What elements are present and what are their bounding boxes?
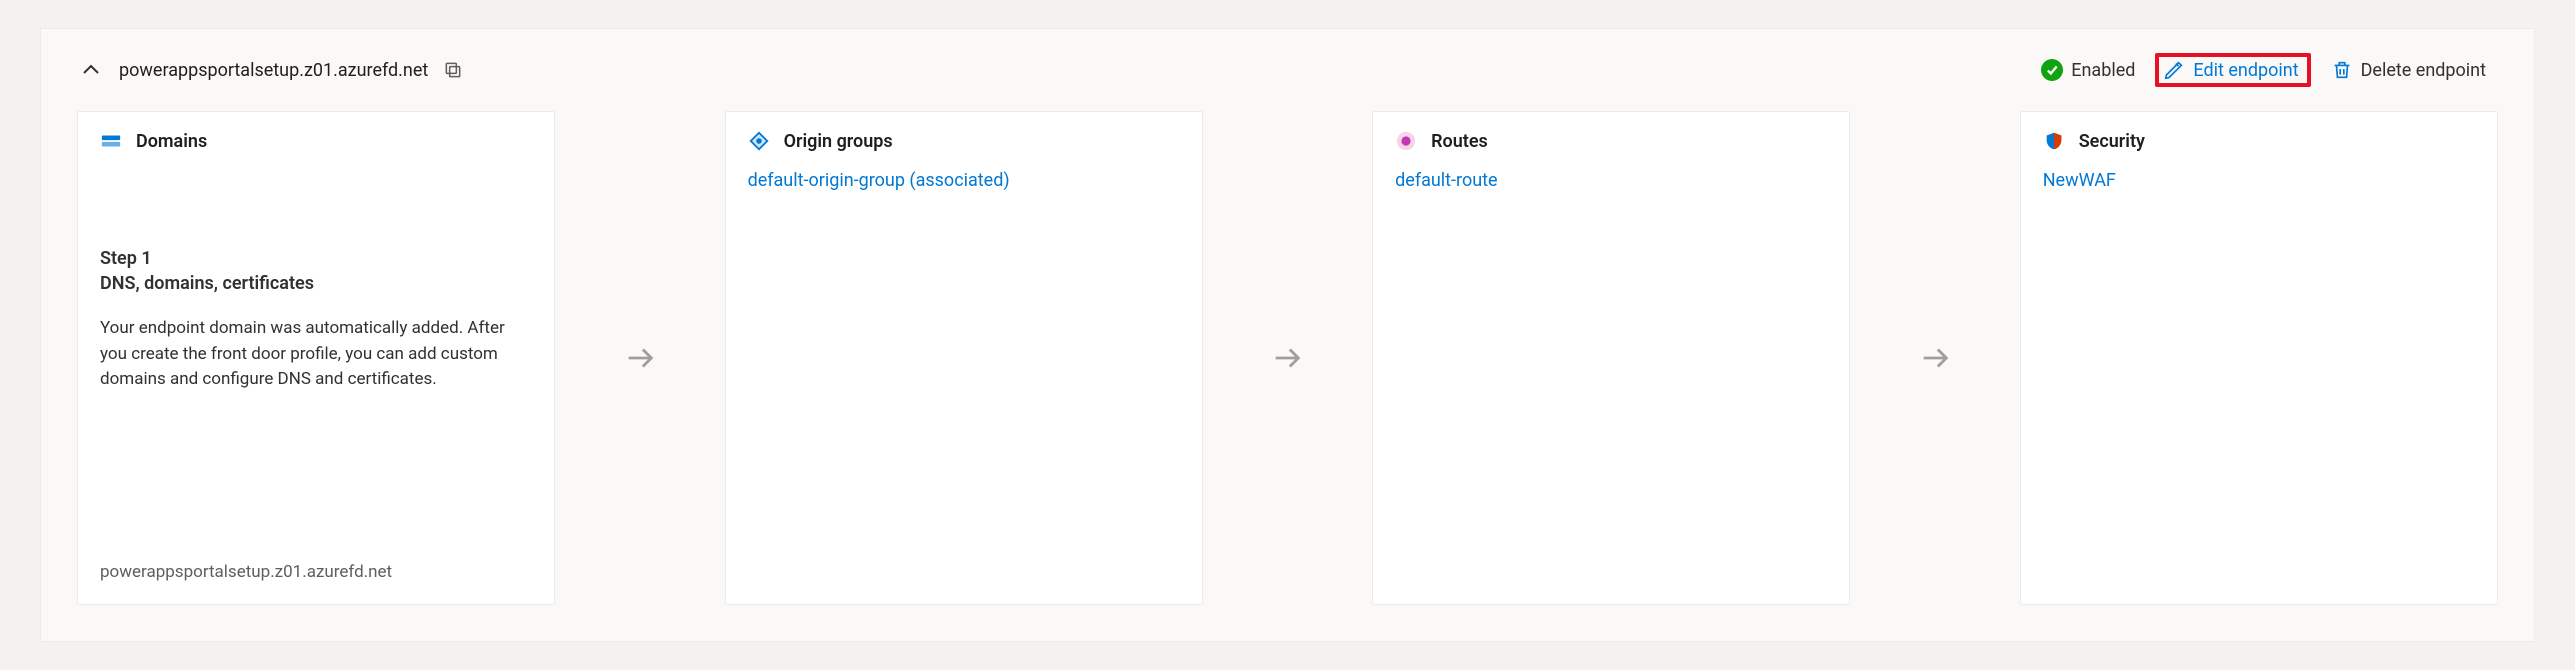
flow-arrow: [1850, 111, 2019, 605]
endpoint-panel: powerappsportalsetup.z01.azurefd.net Ena…: [40, 28, 2535, 642]
domains-body: Step 1 DNS, domains, certificates Your e…: [78, 166, 554, 562]
flow-arrow: [555, 111, 724, 605]
trash-icon: [2331, 59, 2353, 81]
edit-endpoint-button[interactable]: Edit endpoint: [2155, 53, 2310, 87]
routes-body: default-route: [1373, 166, 1849, 604]
routes-card: Routes default-route: [1372, 111, 1850, 605]
pencil-icon: [2163, 59, 2185, 81]
endpoint-name: powerappsportalsetup.z01.azurefd.net: [119, 60, 428, 81]
step-description: Your endpoint domain was automatically a…: [100, 316, 532, 393]
domains-card: Domains Step 1 DNS, domains, certificate…: [77, 111, 555, 605]
domain-icon: [100, 130, 122, 152]
step-label: Step 1: [100, 248, 532, 269]
chevron-up-icon: [79, 58, 103, 82]
header-actions: Enabled Edit endpoint Delete endpoint: [2029, 53, 2498, 87]
arrow-right-icon: [1918, 341, 1952, 375]
status-label: Enabled: [2071, 60, 2135, 81]
card-header-domains: Domains: [78, 112, 554, 166]
copy-endpoint-button[interactable]: [442, 59, 464, 81]
security-title: Security: [2079, 131, 2145, 152]
card-header-security: Security: [2021, 112, 2497, 166]
security-policy-link[interactable]: NewWAF: [2043, 170, 2116, 191]
route-link[interactable]: default-route: [1395, 170, 1497, 191]
arrow-right-icon: [1270, 341, 1304, 375]
edit-endpoint-label: Edit endpoint: [2193, 60, 2298, 81]
routes-title: Routes: [1431, 131, 1488, 152]
check-circle-icon: [2041, 59, 2063, 81]
copy-icon: [443, 60, 463, 80]
security-card: Security NewWAF: [2020, 111, 2498, 605]
card-header-origin-groups: Origin groups: [726, 112, 1202, 166]
domains-title: Domains: [136, 131, 207, 152]
card-header-routes: Routes: [1373, 112, 1849, 166]
origin-groups-title: Origin groups: [784, 131, 893, 152]
origin-group-icon: [748, 130, 770, 152]
security-body: NewWAF: [2021, 166, 2497, 604]
origin-groups-card: Origin groups default-origin-group (asso…: [725, 111, 1203, 605]
endpoint-header: powerappsportalsetup.z01.azurefd.net Ena…: [77, 53, 2498, 87]
routes-icon: [1395, 130, 1417, 152]
flow-arrow: [1203, 111, 1372, 605]
header-left: powerappsportalsetup.z01.azurefd.net: [77, 56, 464, 84]
delete-endpoint-button[interactable]: Delete endpoint: [2319, 53, 2498, 87]
delete-endpoint-label: Delete endpoint: [2361, 60, 2486, 81]
status-badge: Enabled: [2029, 53, 2147, 87]
origin-group-link[interactable]: default-origin-group (associated): [748, 170, 1010, 191]
cards-row: Domains Step 1 DNS, domains, certificate…: [77, 111, 2498, 605]
arrow-right-icon: [623, 341, 657, 375]
collapse-toggle[interactable]: [77, 56, 105, 84]
step-title: DNS, domains, certificates: [100, 273, 532, 294]
domains-footer-domain: powerappsportalsetup.z01.azurefd.net: [78, 562, 554, 604]
security-icon: [2043, 130, 2065, 152]
origin-groups-body: default-origin-group (associated): [726, 166, 1202, 604]
